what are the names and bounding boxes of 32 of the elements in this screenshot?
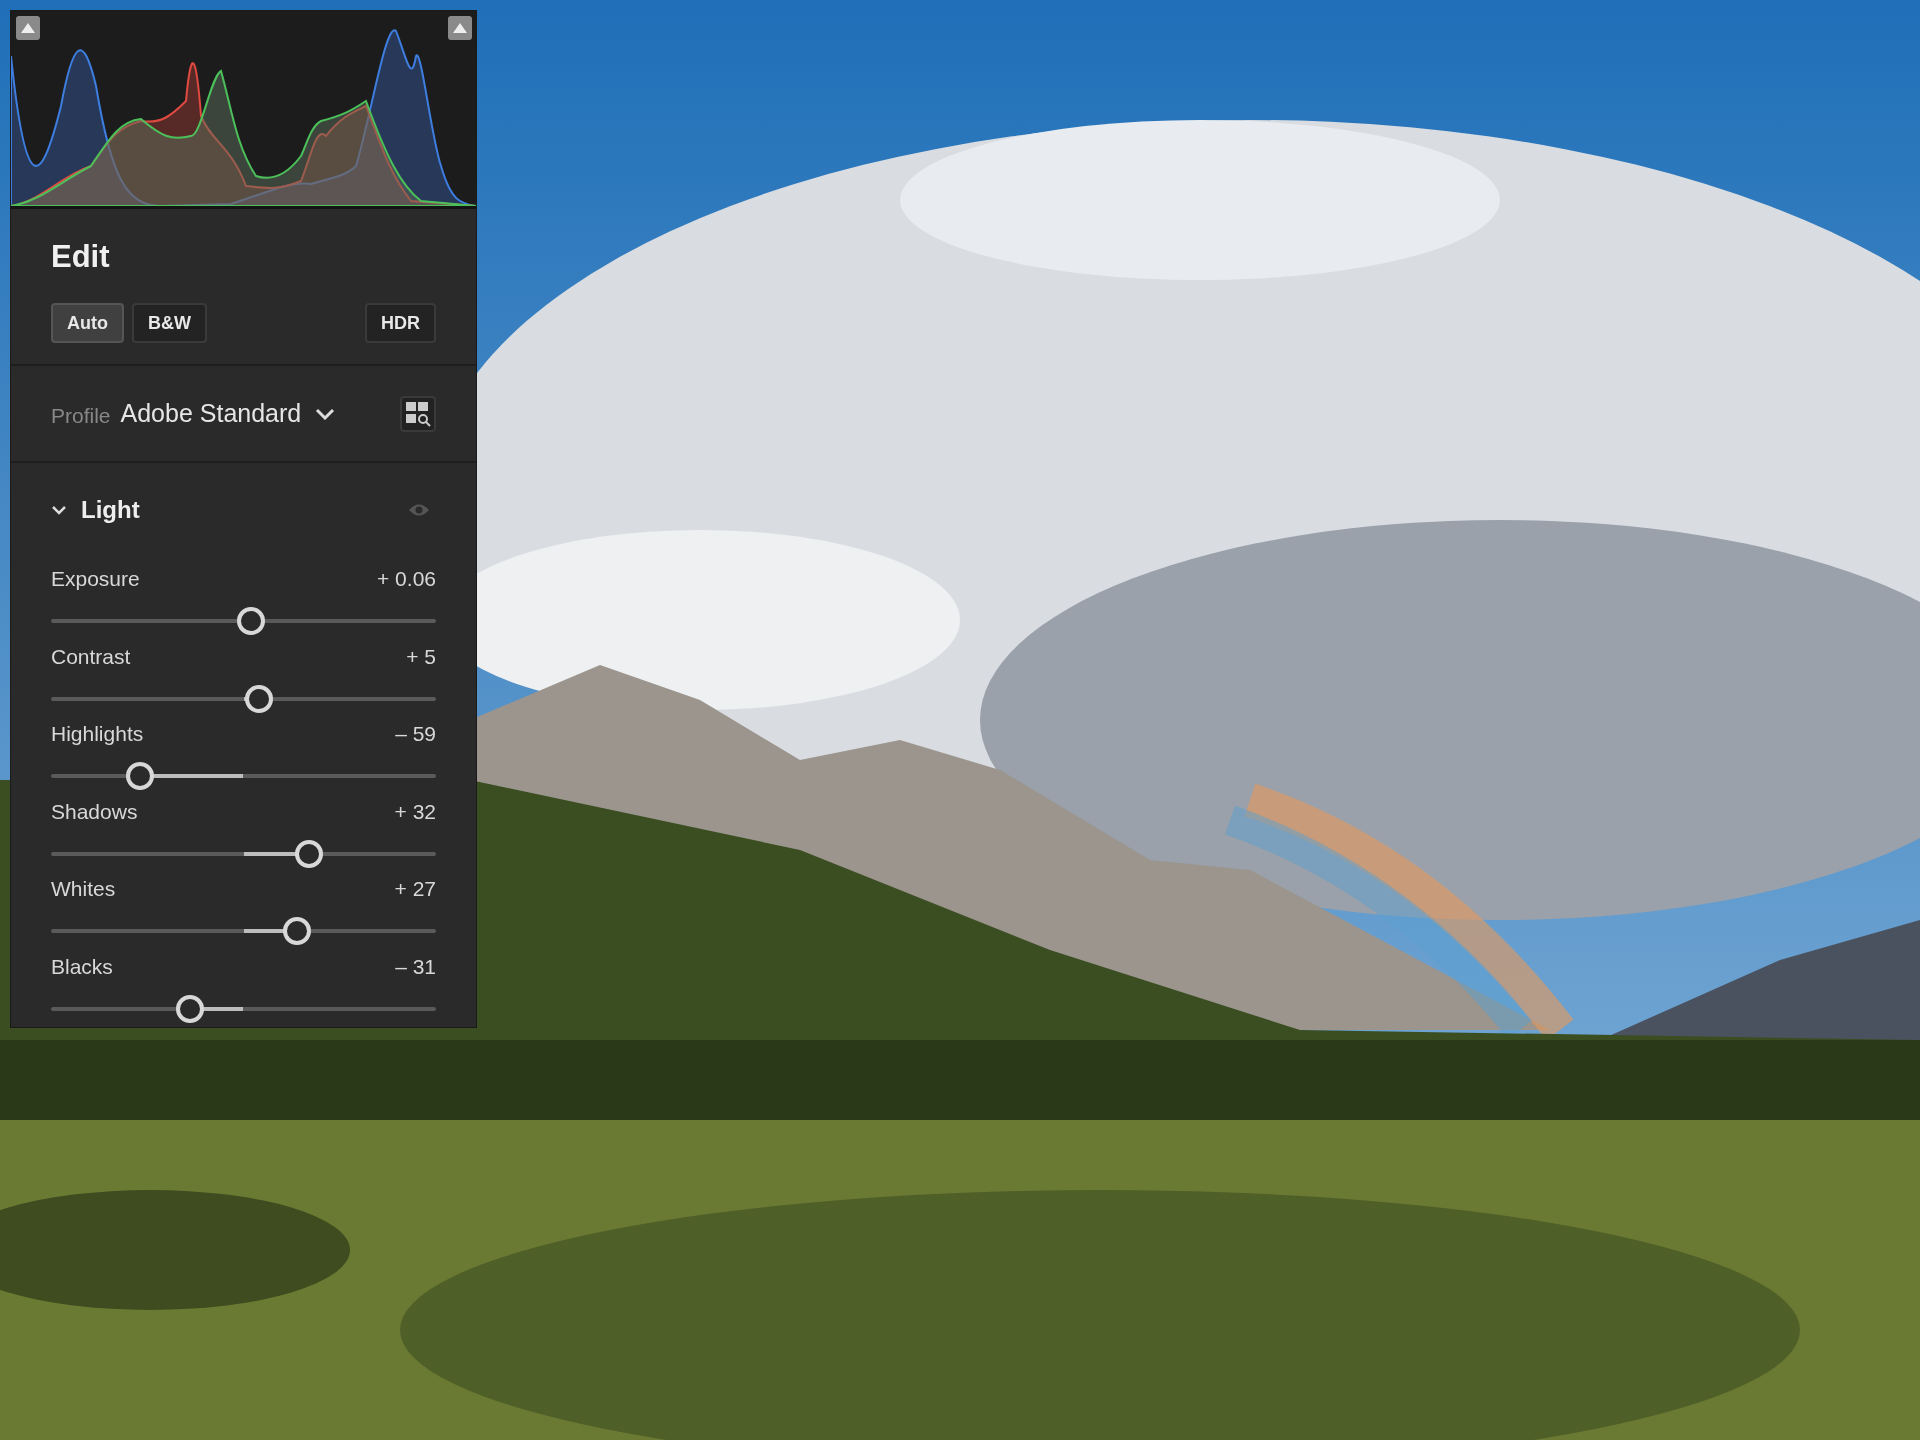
profile-dropdown[interactable]: Adobe Standard [120, 399, 336, 428]
slider-thumb[interactable] [244, 684, 273, 713]
collapse-button[interactable] [448, 16, 472, 40]
collapse-button[interactable] [16, 16, 40, 40]
slider-value: – 59 [395, 722, 436, 746]
slider-value: + 32 [394, 799, 436, 824]
slider-label: Whites [51, 877, 116, 901]
slider-thumb[interactable] [175, 994, 204, 1023]
slider-value: + 5 [406, 644, 436, 669]
slider-thumb[interactable] [237, 607, 266, 635]
slider-value: + 0.06 [377, 567, 436, 591]
slider-label: Contrast [51, 644, 131, 669]
grid-search-icon [405, 400, 431, 427]
slider-label: Exposure [51, 567, 140, 591]
slider-thumb[interactable] [283, 917, 312, 945]
panel-title: Edit [51, 238, 111, 276]
slider-label: Blacks [51, 954, 113, 979]
chevron-down-icon [315, 407, 336, 420]
toggle-button[interactable]: Auto [51, 303, 124, 343]
toggle-button[interactable]: HDR [365, 303, 436, 343]
slider-thumb[interactable] [294, 839, 323, 868]
slider-label: Highlights [51, 722, 144, 746]
slider-value: – 31 [395, 954, 436, 979]
toggle-button[interactable]: B&W [132, 303, 207, 343]
triangle-up-icon [453, 23, 467, 33]
profile-label: Profile [51, 402, 111, 428]
triangle-up-icon [21, 23, 35, 33]
slider-thumb[interactable] [125, 762, 154, 790]
slider-label: Shadows [51, 799, 138, 824]
light-section-toggle[interactable]: Light [51, 496, 140, 524]
slider-value: + 27 [394, 877, 436, 901]
profile-browser-button[interactable] [400, 395, 436, 432]
